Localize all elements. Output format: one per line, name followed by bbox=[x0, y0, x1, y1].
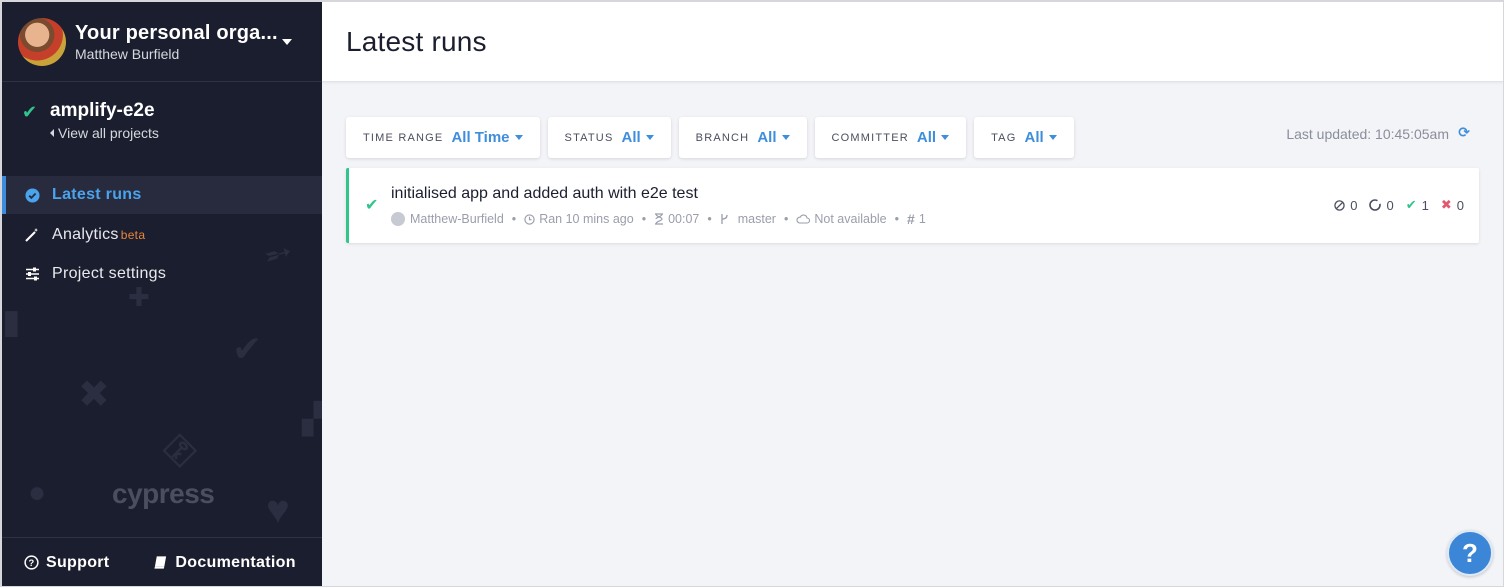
project-name: amplify-e2e bbox=[50, 100, 155, 121]
filter-value: All Time bbox=[451, 129, 510, 146]
chevron-down-icon[interactable] bbox=[282, 39, 292, 45]
documentation-link[interactable]: Documentation bbox=[153, 554, 295, 572]
caret-down-icon bbox=[781, 135, 790, 140]
filter-label: BRANCH bbox=[695, 131, 750, 144]
github-icon: ● bbox=[28, 476, 47, 509]
documentation-label: Documentation bbox=[175, 553, 296, 571]
key-icon: ⚿ bbox=[156, 428, 202, 474]
failed-count-value: 0 bbox=[1456, 197, 1464, 213]
filter-value: All bbox=[757, 129, 777, 146]
org-user-name: Matthew Burfield bbox=[75, 45, 180, 62]
separator-dot: • bbox=[783, 212, 789, 226]
project-header: ✔ amplify-e2e View all projects bbox=[2, 82, 322, 172]
check-icon: ✔ bbox=[232, 328, 263, 369]
heart-icon: ♥ bbox=[266, 488, 290, 532]
page-title: Latest runs bbox=[346, 25, 487, 57]
pending-count-value: 0 bbox=[1386, 197, 1394, 213]
view-all-projects-label: View all projects bbox=[58, 125, 159, 141]
org-name: Your personal orga... bbox=[75, 21, 278, 44]
main-content: Latest runs TIME RANGE All Time STATUS A… bbox=[322, 2, 1503, 586]
book-icon bbox=[153, 555, 168, 570]
failed-count: ✖ 0 bbox=[1441, 197, 1464, 213]
run-branch: master bbox=[737, 212, 776, 226]
pending-icon bbox=[1369, 199, 1382, 211]
help-button[interactable]: ? bbox=[1447, 530, 1493, 576]
run-row[interactable]: ✔ initialised app and added auth with e2… bbox=[346, 168, 1479, 243]
org-switcher[interactable]: Your personal orga... Matthew Burfield bbox=[2, 2, 322, 82]
run-author: Matthew-Burfield bbox=[410, 212, 504, 226]
filter-status[interactable]: STATUS All bbox=[547, 117, 671, 158]
svg-text:?: ? bbox=[29, 558, 35, 568]
passed-count-value: 1 bbox=[1421, 197, 1429, 213]
sidebar: Your personal orga... Matthew Burfield ✔… bbox=[2, 2, 325, 586]
filter-value: All bbox=[1024, 129, 1044, 146]
caret-down-icon bbox=[645, 135, 654, 140]
sidebar-item-label: Analytics bbox=[52, 226, 119, 243]
filter-committer[interactable]: COMMITTER All bbox=[814, 117, 967, 158]
separator-dot: • bbox=[511, 212, 517, 226]
user-avatar-icon bbox=[391, 212, 405, 226]
caret-down-icon bbox=[514, 135, 523, 140]
hash-icon: # bbox=[907, 211, 915, 227]
separator-dot: • bbox=[641, 212, 647, 226]
phone-icon: ▮ bbox=[2, 303, 21, 341]
run-number: 1 bbox=[918, 212, 926, 226]
question-circle-icon: ? bbox=[24, 555, 39, 570]
filter-label: STATUS bbox=[564, 131, 614, 144]
check-icon: ✔ bbox=[1405, 197, 1417, 212]
sidebar-item-project-settings[interactable]: Project settings bbox=[2, 255, 322, 293]
page-header: Latest runs bbox=[322, 2, 1503, 82]
refresh-icon[interactable]: ⟳ bbox=[1458, 124, 1470, 141]
skipped-count: 0 bbox=[1334, 197, 1357, 213]
cloud-icon bbox=[796, 214, 811, 224]
filter-bar: TIME RANGE All Time STATUS All BRANCH Al… bbox=[346, 117, 1082, 158]
close-icon: ✖ bbox=[78, 374, 110, 416]
caret-down-icon bbox=[1048, 135, 1057, 140]
support-label: Support bbox=[46, 553, 110, 571]
run-counts: 0 0 ✔ 1 ✖ 0 bbox=[1322, 197, 1464, 213]
run-os: Not available bbox=[814, 212, 887, 226]
filter-label: TIME RANGE bbox=[363, 131, 444, 144]
pending-count: 0 bbox=[1369, 197, 1394, 213]
magic-wand-icon bbox=[24, 227, 40, 243]
check-icon: ✔ bbox=[365, 197, 379, 214]
avatar bbox=[18, 17, 66, 66]
run-meta: Matthew-Burfield • Ran 10 mins ago • 00:… bbox=[391, 211, 926, 227]
sidebar-item-label: Project settings bbox=[52, 265, 167, 282]
check-circle-icon bbox=[24, 187, 40, 203]
last-updated-text: Last updated: 10:45:05am bbox=[1286, 126, 1449, 142]
hourglass-icon bbox=[654, 213, 664, 225]
beta-badge: beta bbox=[120, 228, 146, 242]
clock-icon bbox=[524, 213, 535, 225]
check-icon: ✔ bbox=[22, 102, 38, 122]
sidebar-item-label: Latest runs bbox=[52, 186, 142, 203]
filter-time-range[interactable]: TIME RANGE All Time bbox=[346, 117, 540, 158]
sidebar-item-analytics[interactable]: Analytics beta bbox=[2, 216, 322, 254]
chevron-left-icon bbox=[50, 129, 54, 137]
filter-value: All bbox=[621, 129, 641, 146]
sidebar-item-latest-runs[interactable]: Latest runs bbox=[2, 176, 322, 214]
passed-count: ✔ 1 bbox=[1406, 197, 1429, 213]
run-time-ago: Ran 10 mins ago bbox=[539, 212, 634, 226]
support-link[interactable]: ? Support bbox=[24, 554, 109, 572]
view-all-projects-link[interactable]: View all projects bbox=[50, 125, 159, 141]
skipped-count-value: 0 bbox=[1350, 197, 1358, 213]
question-icon: ? bbox=[1462, 537, 1478, 568]
branch-icon bbox=[720, 213, 729, 225]
filter-label: COMMITTER bbox=[831, 131, 909, 144]
sidebar-footer: ? Support Documentation bbox=[2, 537, 322, 586]
filter-tag[interactable]: TAG All bbox=[974, 117, 1074, 158]
filter-label: TAG bbox=[991, 131, 1017, 144]
sliders-icon bbox=[24, 266, 40, 282]
close-icon: ✖ bbox=[1440, 197, 1452, 212]
cypress-logo: cypress bbox=[112, 478, 215, 509]
run-duration: 00:07 bbox=[668, 212, 700, 226]
separator-dot: • bbox=[707, 212, 712, 226]
separator-dot: • bbox=[894, 212, 900, 226]
run-title: initialised app and added auth with e2e … bbox=[391, 185, 698, 202]
caret-down-icon bbox=[941, 135, 950, 140]
filter-branch[interactable]: BRANCH All bbox=[678, 117, 807, 158]
skipped-icon bbox=[1334, 199, 1345, 211]
filter-value: All bbox=[916, 129, 937, 146]
